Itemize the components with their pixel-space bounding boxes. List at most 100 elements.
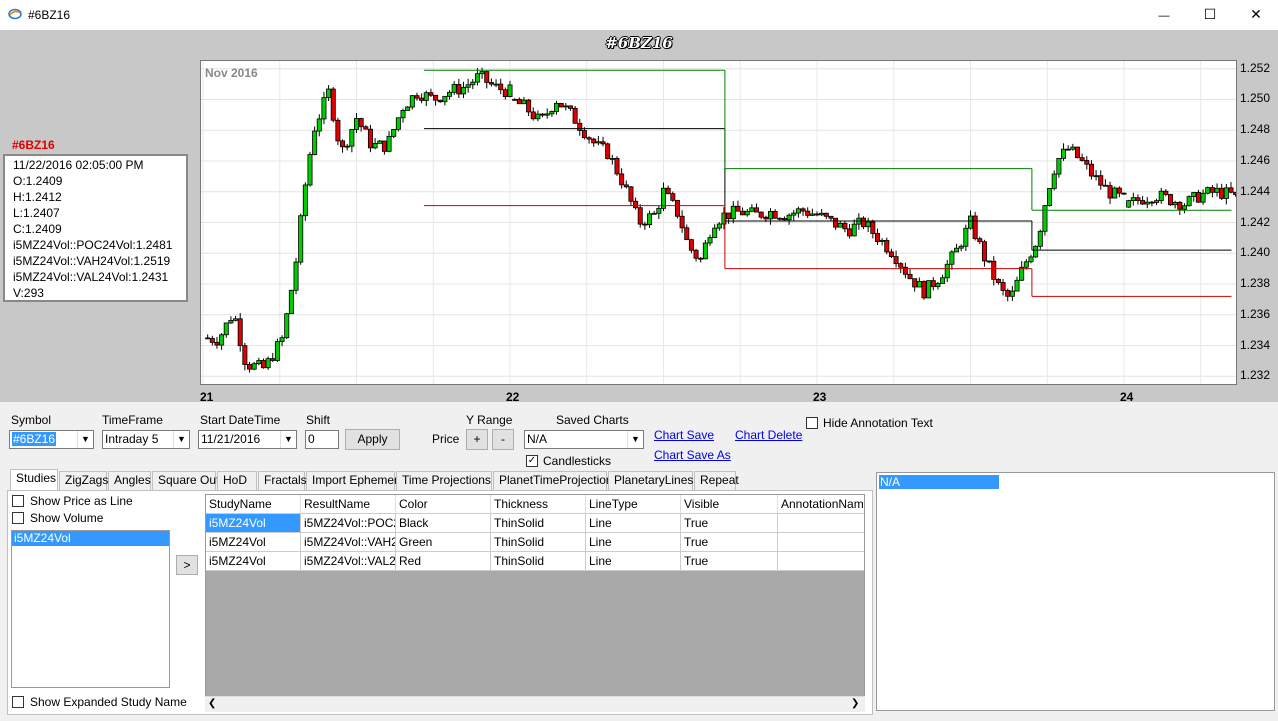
- table-cell[interactable]: True: [681, 514, 778, 533]
- table-cell[interactable]: i5MZ24Vol::POC24Vol: [301, 514, 396, 533]
- candle-body: [567, 105, 573, 109]
- table-cell[interactable]: Line: [586, 552, 681, 571]
- table-row[interactable]: i5MZ24Voli5MZ24Vol::VAL24VolRedThinSolid…: [206, 552, 864, 571]
- table-cell[interactable]: [778, 533, 864, 552]
- hide-annotation-checkbox[interactable]: [806, 417, 818, 429]
- y-range-minus-button[interactable]: -: [492, 429, 514, 450]
- chart-save-as-link[interactable]: Chart Save As: [654, 448, 731, 462]
- table-cell[interactable]: [778, 552, 864, 571]
- scroll-left-icon[interactable]: ❮: [208, 698, 216, 709]
- candle-body: [251, 363, 257, 370]
- symbol-select[interactable]: #6BZ16 ▼: [9, 430, 94, 449]
- list-item[interactable]: N/A: [879, 475, 999, 489]
- table-cell[interactable]: Line: [586, 514, 681, 533]
- candle-body: [949, 251, 955, 265]
- start-datetime-picker[interactable]: 11/21/2016 ▼: [198, 430, 297, 449]
- close-button[interactable]: ✕: [1233, 0, 1278, 30]
- studies-list[interactable]: i5MZ24Vol: [11, 530, 170, 688]
- table-cell[interactable]: Line: [586, 533, 681, 552]
- table-cell[interactable]: [778, 514, 864, 533]
- tab-fractals[interactable]: Fractals: [258, 471, 307, 490]
- column-header[interactable]: LineType: [586, 495, 681, 514]
- table-cell[interactable]: i5MZ24Vol: [206, 514, 301, 533]
- minimize-button[interactable]: —: [1141, 0, 1187, 30]
- horizontal-scrollbar[interactable]: ❮ ❯: [205, 696, 865, 712]
- annotation-list[interactable]: N/A: [876, 472, 1275, 711]
- column-header[interactable]: ResultName: [301, 495, 396, 514]
- column-header[interactable]: Color: [396, 495, 491, 514]
- table-cell[interactable]: True: [681, 533, 778, 552]
- column-header[interactable]: Visible: [681, 495, 778, 514]
- timeframe-select[interactable]: Intraday 5 ▼: [102, 430, 190, 449]
- table-cell[interactable]: Black: [396, 514, 491, 533]
- candle-body: [474, 73, 480, 83]
- candle-body: [316, 118, 322, 132]
- candle-body: [777, 217, 783, 220]
- table-cell[interactable]: ThinSolid: [491, 552, 586, 571]
- table-cell[interactable]: i5MZ24Vol: [206, 552, 301, 571]
- candle-body: [330, 88, 336, 121]
- table-row[interactable]: i5MZ24Voli5MZ24Vol::VAH24VolGreenThinSol…: [206, 533, 864, 552]
- y-tick-label: 1.232: [1240, 368, 1271, 383]
- column-header[interactable]: Thickness: [491, 495, 586, 514]
- list-item[interactable]: i5MZ24Vol: [12, 531, 169, 546]
- table-cell[interactable]: i5MZ24Vol::VAH24Vol: [301, 533, 396, 552]
- y-range-plus-button[interactable]: +: [466, 429, 488, 450]
- add-study-button[interactable]: >: [176, 555, 198, 575]
- tab-zigzags[interactable]: ZigZags: [59, 471, 108, 490]
- table-cell[interactable]: i5MZ24Vol: [206, 533, 301, 552]
- symbol-label: Symbol: [11, 413, 52, 427]
- tab-planetarylines[interactable]: PlanetaryLines: [608, 471, 693, 490]
- show-volume-checkbox[interactable]: [12, 512, 24, 524]
- candle-body: [656, 207, 662, 214]
- candlesticks-checkbox[interactable]: ✓: [526, 455, 538, 467]
- tab-repeat[interactable]: Repeat: [694, 471, 739, 490]
- table-cell[interactable]: i5MZ24Vol::VAL24Vol: [301, 552, 396, 571]
- tab-angles[interactable]: Angles: [108, 471, 151, 490]
- table-cell[interactable]: ThinSolid: [491, 514, 586, 533]
- show-price-line-checkbox[interactable]: [12, 495, 24, 507]
- chart-save-link[interactable]: Chart Save: [654, 428, 714, 442]
- table-cell[interactable]: Green: [396, 533, 491, 552]
- candle-body: [819, 212, 825, 216]
- show-expanded-checkbox[interactable]: [12, 696, 24, 708]
- x-tick-label: 22: [506, 390, 520, 404]
- candlestick-chart[interactable]: [201, 61, 1236, 384]
- info-line: O:1.2409: [13, 174, 63, 188]
- table-row[interactable]: i5MZ24Voli5MZ24Vol::POC24VolBlackThinSol…: [206, 514, 864, 533]
- candle-body: [507, 84, 513, 97]
- candle-body: [521, 99, 527, 105]
- candle-body: [1028, 256, 1034, 263]
- start-datetime-value: 11/21/2016: [201, 432, 261, 446]
- chart-plot-area[interactable]: Nov 2016: [200, 60, 1237, 385]
- candle-body: [442, 95, 448, 103]
- tab-hod[interactable]: HoD: [217, 471, 257, 490]
- table-cell[interactable]: True: [681, 552, 778, 571]
- maximize-button[interactable]: ☐: [1187, 0, 1233, 30]
- tab-import-ephemeris[interactable]: Import Ephemeris: [306, 471, 407, 490]
- x-tick-label: 23: [813, 390, 827, 404]
- chart-delete-link[interactable]: Chart Delete: [735, 428, 802, 442]
- candle-body: [884, 239, 890, 253]
- candle-body: [814, 213, 820, 216]
- column-header[interactable]: AnnotationName: [778, 495, 864, 514]
- candle-body: [1163, 190, 1169, 195]
- show-volume-label: Show Volume: [30, 511, 104, 525]
- shift-input[interactable]: 0: [305, 430, 339, 449]
- scroll-right-icon[interactable]: ❯: [851, 698, 859, 709]
- column-header[interactable]: StudyName: [206, 495, 301, 514]
- apply-button[interactable]: Apply: [345, 429, 400, 450]
- tab-studies[interactable]: Studies: [10, 469, 58, 491]
- table-cell[interactable]: Red: [396, 552, 491, 571]
- table-cell[interactable]: ThinSolid: [491, 533, 586, 552]
- candle-body: [1177, 201, 1183, 210]
- candle-body: [349, 129, 355, 147]
- candle-body: [526, 99, 532, 113]
- tab-time-projections[interactable]: Time Projections: [396, 471, 492, 490]
- tab-square-outs[interactable]: Square Outs: [152, 471, 225, 490]
- tab-planettimeprojections[interactable]: PlanetTimeProjections: [493, 471, 619, 490]
- candle-body: [288, 289, 294, 315]
- studies-grid[interactable]: StudyName ResultName Color Thickness LineTyp…: [205, 494, 865, 710]
- candle-body: [367, 128, 373, 149]
- saved-charts-select[interactable]: N/A ▼: [524, 430, 644, 449]
